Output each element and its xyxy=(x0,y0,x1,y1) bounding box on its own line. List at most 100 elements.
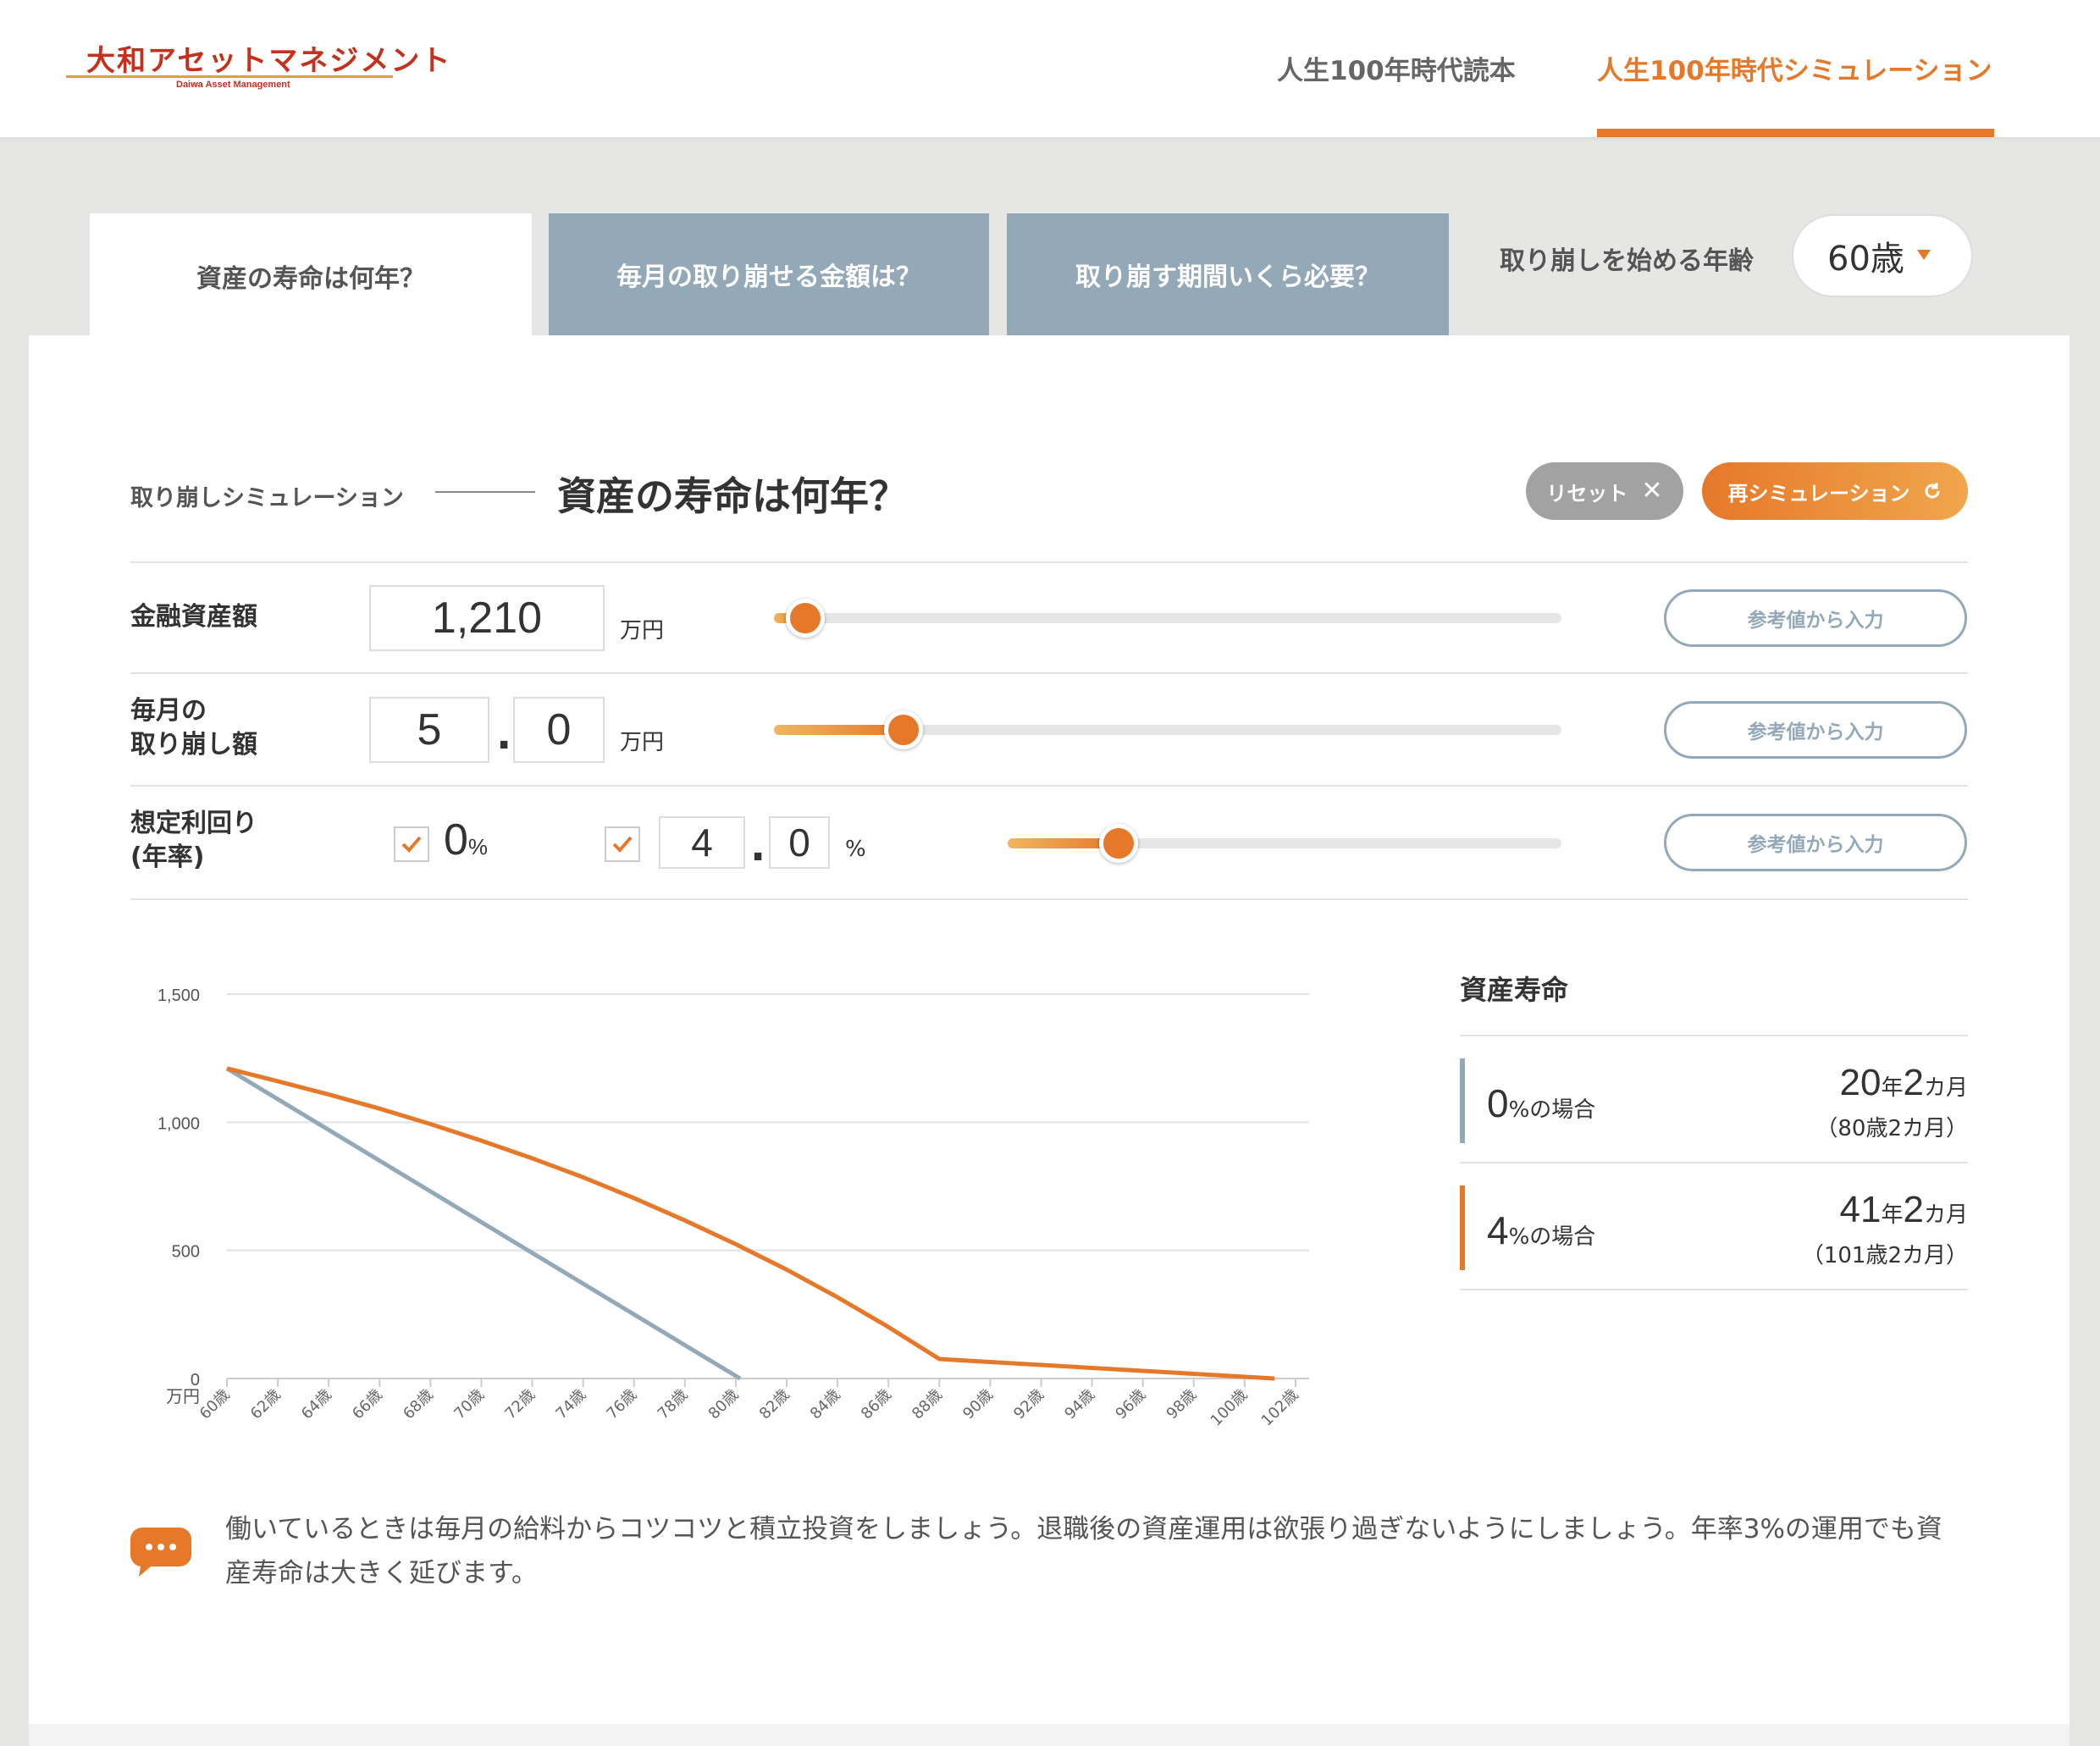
resimulate-label: 再シミュレーション xyxy=(1727,481,1910,506)
decimal-point: . xyxy=(750,823,766,870)
x-tick-label: 68歳 xyxy=(400,1386,437,1423)
section-sub-label: 取り崩しシミュレーション xyxy=(130,485,404,511)
nav-link-simulation[interactable]: 人生100年時代シミュレーション xyxy=(1597,49,1992,87)
x-tick-label: 60歳 xyxy=(196,1386,234,1423)
rate-label-line1: 想定利回り xyxy=(130,809,257,838)
x-tick-label: 66歳 xyxy=(349,1386,386,1423)
caret-down-icon xyxy=(1917,250,1931,260)
withdrawal-dec-input[interactable]: 0 xyxy=(513,697,605,763)
assets-reference-button[interactable]: 参考値から入力 xyxy=(1664,589,1967,647)
withdrawal-unit: 万円 xyxy=(620,730,665,755)
nav-link-guidebook[interactable]: 人生100年時代読本 xyxy=(1277,49,1516,87)
result-duration: 20年2カ月 xyxy=(1840,1062,1968,1104)
rate-label-line2: (年率) xyxy=(130,843,205,872)
rate-slider[interactable] xyxy=(1008,824,1561,863)
result-years: 20 xyxy=(1839,1062,1882,1103)
tab-asset-lifespan[interactable]: 資産の寿命は何年？ xyxy=(90,213,532,339)
y-tick-label: 500 xyxy=(172,1243,200,1262)
refresh-icon xyxy=(1925,483,1940,499)
resimulate-button[interactable]: 再シミュレーション xyxy=(1702,462,1968,520)
series-line-four xyxy=(226,1066,1275,1381)
result-years: 41 xyxy=(1839,1189,1882,1230)
decimal-point: . xyxy=(496,711,512,759)
withdrawal-label: 毎月の 取り崩し額 xyxy=(130,694,257,762)
withdrawal-int-input[interactable]: 5 xyxy=(369,697,489,763)
divider xyxy=(130,561,1968,563)
x-tick-label: 88歳 xyxy=(909,1386,946,1423)
tab-required-amount[interactable]: 取り崩す期間いくら必要？ xyxy=(1007,213,1449,335)
reset-button[interactable]: リセット ✕ xyxy=(1526,462,1683,520)
result-rate: 0 xyxy=(1487,1081,1509,1125)
x-tick-label: 82歳 xyxy=(756,1386,793,1423)
rate-zero-unit: % xyxy=(467,834,489,859)
month-unit: カ月 xyxy=(1923,1075,1968,1101)
x-tick-label: 80歳 xyxy=(705,1386,743,1423)
x-tick-label: 74歳 xyxy=(552,1386,589,1423)
withdrawal-slider[interactable] xyxy=(774,710,1561,749)
assets-slider[interactable] xyxy=(774,599,1561,638)
start-age-value: 60歳 xyxy=(1827,240,1904,279)
year-unit: 年 xyxy=(1881,1075,1904,1101)
withdrawal-label-line2: 取り崩し額 xyxy=(130,730,257,760)
start-age-select[interactable]: 60歳 xyxy=(1792,214,1973,297)
daiwa-logo[interactable]: 大和アセットマネジメント Daiwa Asset Management xyxy=(66,37,450,93)
withdrawal-label-line1: 毎月の xyxy=(130,696,207,726)
x-tick-label: 76歳 xyxy=(604,1386,641,1423)
divider xyxy=(130,672,1968,674)
x-tick-label: 70歳 xyxy=(450,1386,488,1423)
assets-input[interactable]: 1,210 xyxy=(369,585,605,651)
logo-sub-text: Daiwa Asset Management xyxy=(176,80,290,90)
result-age: （80歳2カ月） xyxy=(1815,1116,1968,1141)
panel-footer-strip xyxy=(29,1724,2070,1746)
divider xyxy=(1460,1289,1968,1290)
x-tick-label: 62歳 xyxy=(247,1386,285,1423)
x-tick-label: 86歳 xyxy=(858,1386,895,1423)
y-unit-label: 万円 xyxy=(166,1386,200,1406)
result-rate-suffix: %の場合 xyxy=(1508,1097,1596,1123)
advice-comment: 働いているときは毎月の給料からコツコツと積立投資をしましょう。退職後の資産運用は… xyxy=(225,1514,1942,1589)
rate-custom-checkbox[interactable] xyxy=(605,826,640,862)
x-tick-label: 96歳 xyxy=(1112,1386,1149,1423)
year-unit: 年 xyxy=(1881,1202,1904,1228)
rate-slider-thumb[interactable] xyxy=(1098,824,1138,863)
tab-monthly-withdrawal[interactable]: 毎月の取り崩せる金額は？ xyxy=(549,213,989,335)
result-months: 2 xyxy=(1903,1189,1924,1230)
x-tick-label: 90歳 xyxy=(959,1386,997,1423)
month-unit: カ月 xyxy=(1923,1202,1968,1228)
speech-bubble-icon xyxy=(130,1528,191,1577)
x-tick-label: 78歳 xyxy=(655,1386,692,1423)
asset-lifespan-chart: 05001,0001,500万円60歳 62歳 64歳 66歳 68歳 70歳 72歳 74歳… xyxy=(158,986,1309,1430)
result-rate-label: 4%の場合 xyxy=(1487,1207,1595,1253)
divider xyxy=(130,785,1968,787)
result-months: 2 xyxy=(1903,1062,1924,1103)
rate-label: 想定利回り (年率) xyxy=(130,807,257,875)
result-rate: 4 xyxy=(1487,1208,1509,1252)
assets-unit: 万円 xyxy=(620,618,665,644)
series-line-zero xyxy=(225,1066,742,1381)
result-rate-suffix: %の場合 xyxy=(1508,1224,1596,1250)
x-tick-label: 72歳 xyxy=(501,1386,539,1423)
x-tick-label: 102歳 xyxy=(1258,1386,1302,1430)
result-color-bar xyxy=(1460,1185,1465,1270)
y-tick-label: 1,500 xyxy=(158,986,200,1005)
start-age-label: 取り崩しを始める年齢 xyxy=(1500,246,1754,276)
results-title: 資産寿命 xyxy=(1460,974,1569,1006)
result-duration: 41年2カ月 xyxy=(1840,1189,1968,1231)
check-icon xyxy=(612,836,633,853)
withdrawal-reference-button[interactable]: 参考値から入力 xyxy=(1664,701,1967,759)
result-row-zero: 0%の場合 20年2カ月 （80歳2カ月） xyxy=(1460,1038,1968,1162)
rate-int-input[interactable]: 4 xyxy=(659,816,745,869)
rate-zero-value: 0% xyxy=(444,815,488,865)
rate-reference-button[interactable]: 参考値から入力 xyxy=(1664,814,1967,871)
reset-label: リセット xyxy=(1546,481,1628,506)
assets-slider-thumb[interactable] xyxy=(786,599,826,638)
divider xyxy=(1460,1035,1968,1036)
x-tick-label: 100歳 xyxy=(1208,1386,1252,1430)
close-icon: ✕ xyxy=(1641,476,1663,506)
logo-main-text: 大和アセットマネジメント xyxy=(86,44,452,78)
rate-zero-number: 0 xyxy=(444,815,468,865)
site-header: 大和アセットマネジメント Daiwa Asset Management 人生10… xyxy=(0,0,2100,137)
x-tick-label: 94歳 xyxy=(1061,1386,1098,1423)
rate-dec-input[interactable]: 0 xyxy=(769,816,830,869)
rate-zero-checkbox[interactable] xyxy=(394,826,429,862)
